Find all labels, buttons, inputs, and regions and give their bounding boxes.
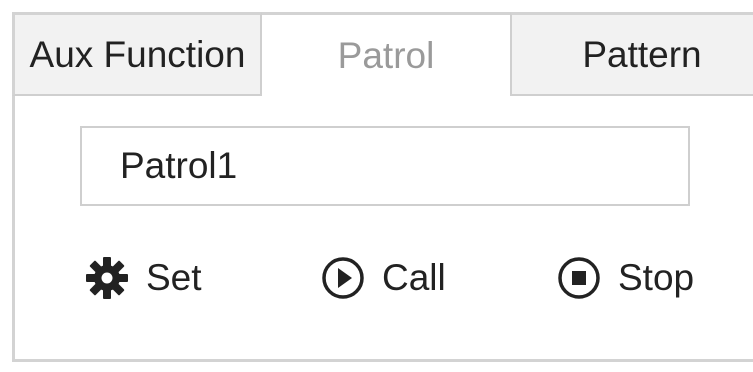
tab-pattern[interactable]: Pattern bbox=[510, 12, 753, 96]
tab-bar: Aux Function Patrol Pattern bbox=[12, 12, 753, 96]
patrol-select-value: Patrol1 bbox=[120, 145, 238, 186]
set-label: Set bbox=[146, 257, 202, 298]
stop-circle-icon bbox=[558, 257, 600, 299]
tab-patrol[interactable]: Patrol bbox=[262, 12, 510, 96]
tab-aux-function[interactable]: Aux Function bbox=[12, 12, 262, 96]
call-label: Call bbox=[382, 257, 446, 298]
stop-button[interactable]: Stop bbox=[556, 250, 694, 306]
patrol-select[interactable]: Patrol1 bbox=[80, 126, 690, 206]
play-circle-icon bbox=[322, 257, 364, 299]
gear-icon bbox=[86, 257, 128, 299]
call-button[interactable]: Call bbox=[320, 250, 446, 306]
stop-label: Stop bbox=[618, 257, 695, 298]
set-button[interactable]: Set bbox=[84, 250, 202, 306]
